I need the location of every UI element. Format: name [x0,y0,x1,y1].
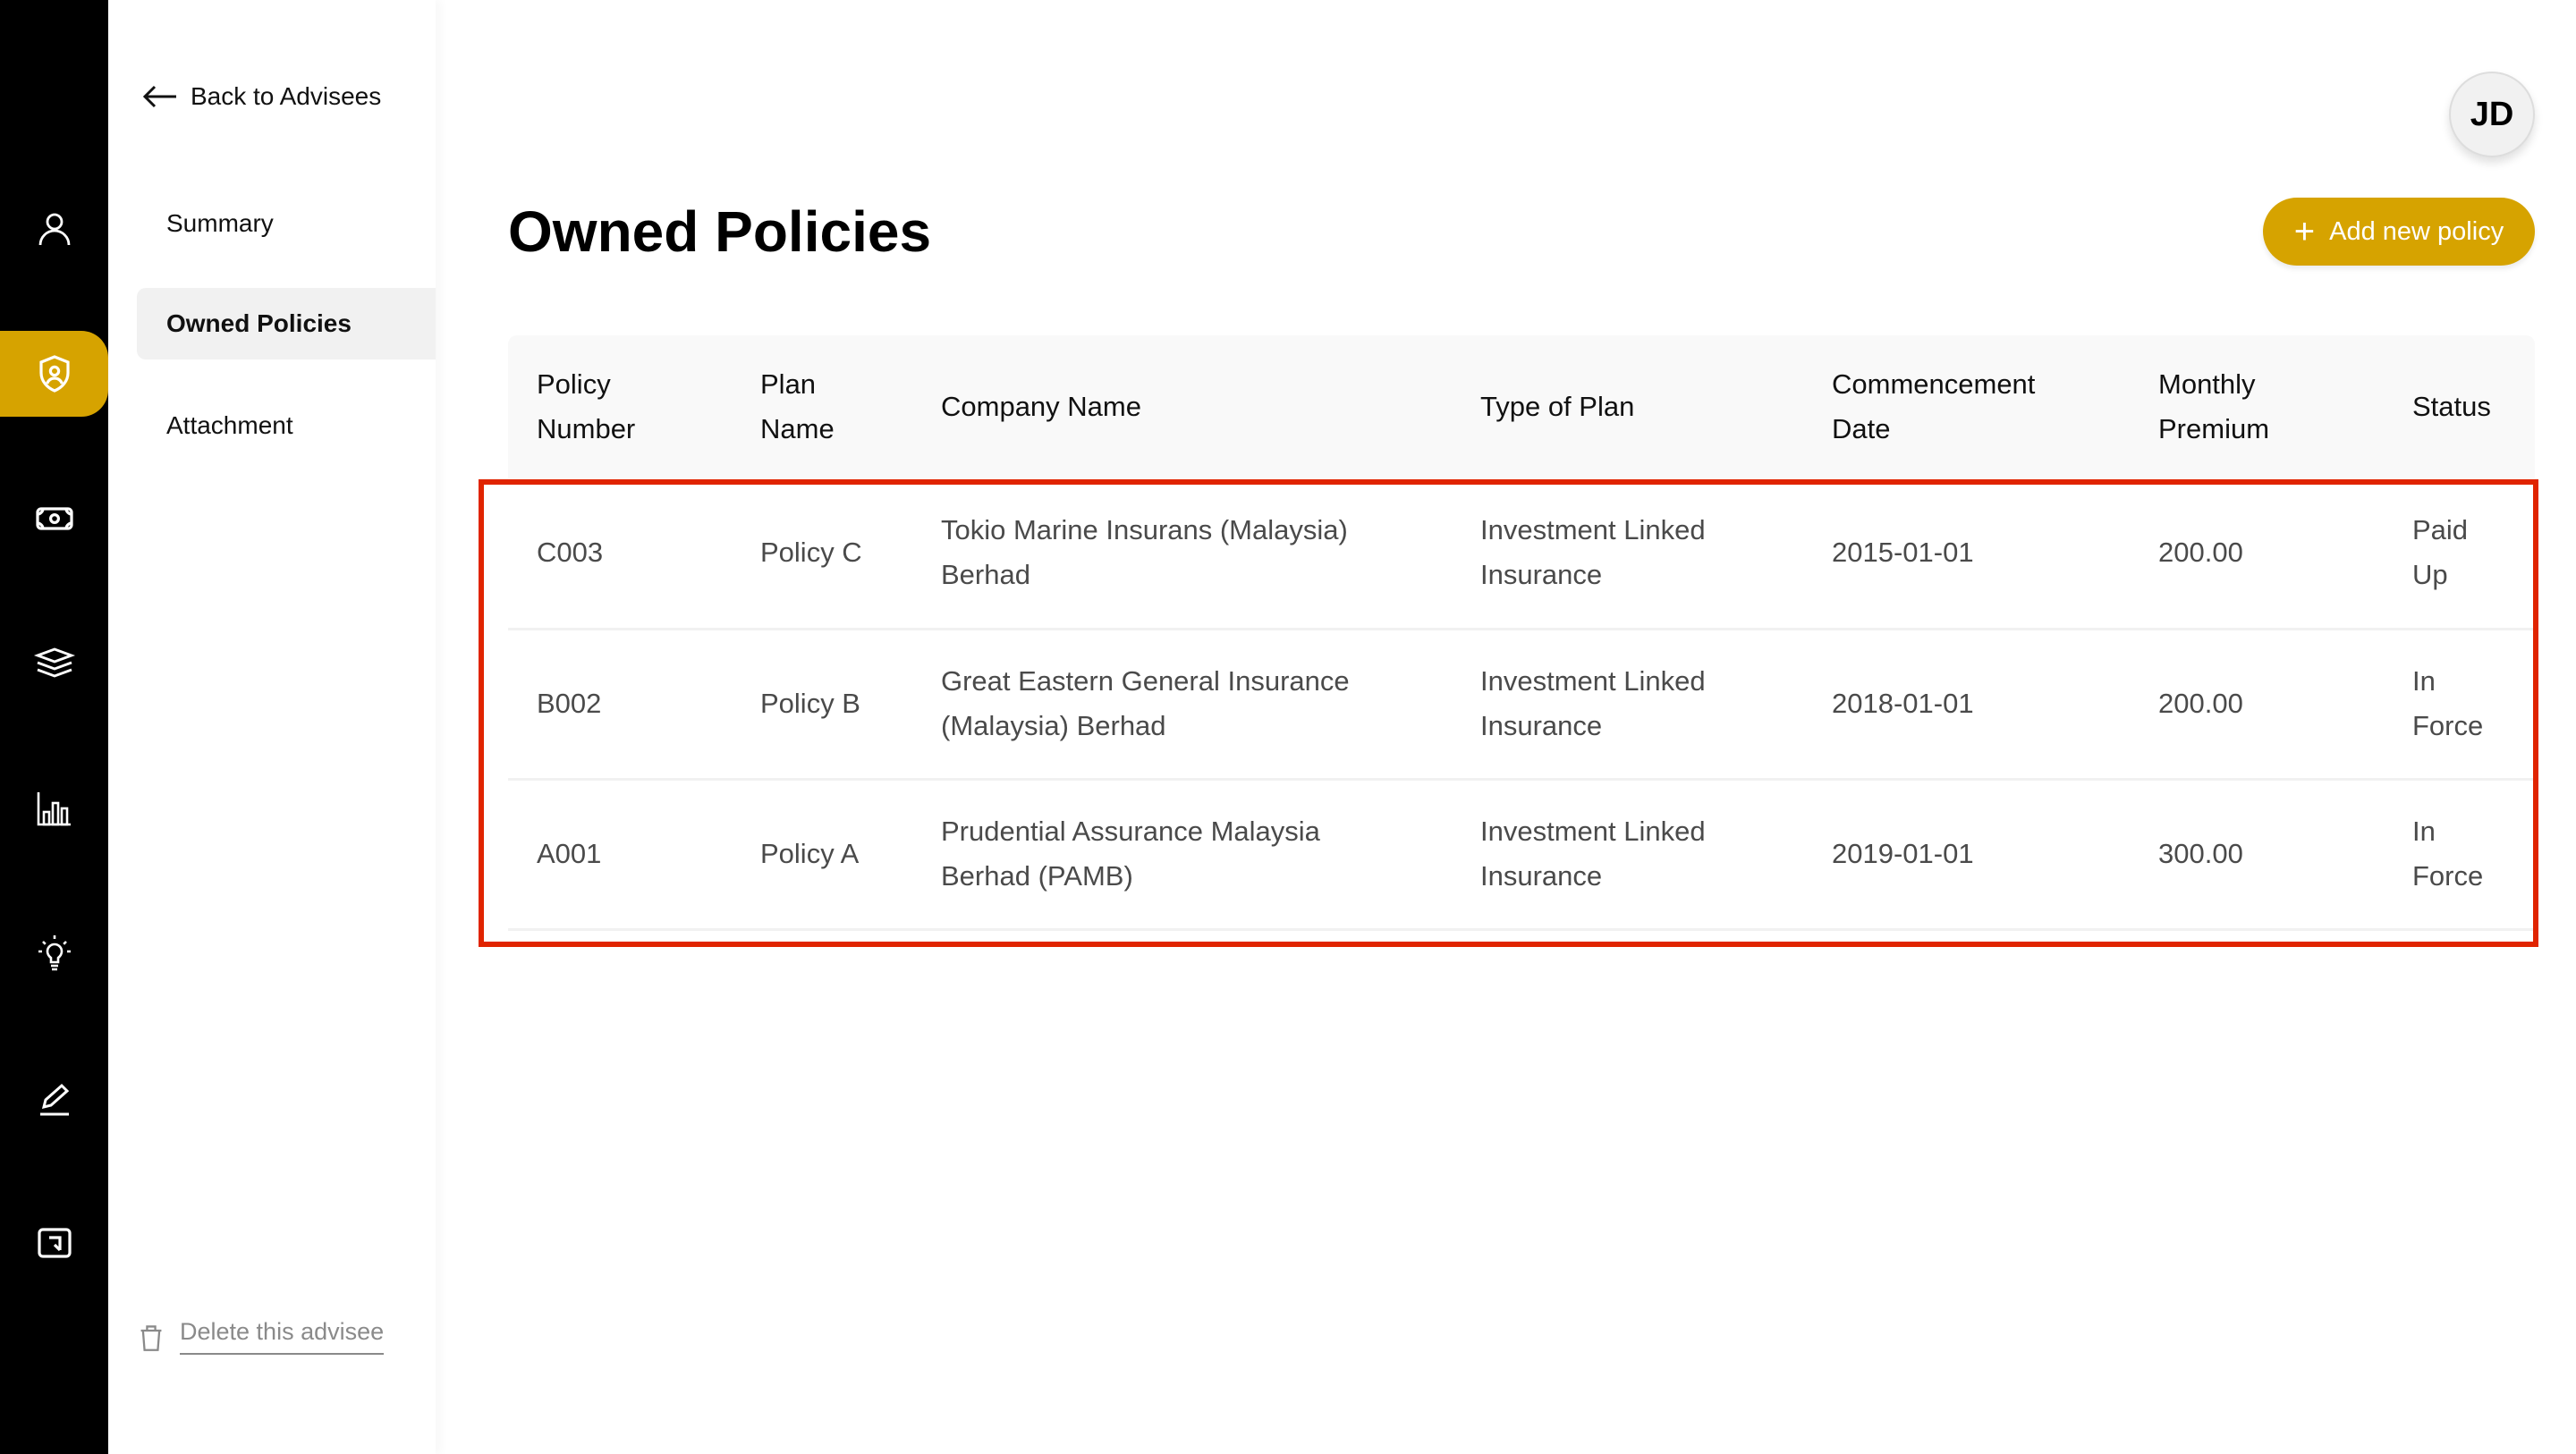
add-new-policy-button[interactable]: + Add new policy [2263,198,2535,266]
cell-status: Paid Up [2384,478,2535,630]
rail-item-analytics[interactable] [0,765,108,851]
policies-table: Policy Number Plan Name Company Name Typ… [508,335,2535,931]
add-button-label: Add new policy [2329,216,2504,246]
rail-item-notes[interactable] [0,1055,108,1141]
cell-status: In Force [2384,779,2535,931]
table-header-row: Policy Number Plan Name Company Name Typ… [508,335,2535,478]
cell-policy-number: A001 [508,779,732,931]
column-header-company-name[interactable]: Company Name [912,335,1452,478]
arrow-left-icon [142,85,176,108]
page-title: Owned Policies [508,199,932,264]
table-row[interactable]: A001 Policy A Prudential Assurance Malay… [508,779,2535,931]
rail-item-logout[interactable] [0,1200,108,1286]
back-to-advisees-link[interactable]: Back to Advisees [142,82,381,111]
column-header-type-of-plan[interactable]: Type of Plan [1452,335,1803,478]
cell-commencement-date: 2018-01-01 [1803,629,2130,781]
cell-policy-number: B002 [508,629,732,781]
cell-status: In Force [2384,629,2535,781]
nav-item-attachment[interactable]: Attachment [137,390,436,461]
rail-item-policies[interactable] [0,331,108,417]
cell-plan-name: Policy B [732,629,912,781]
cell-commencement-date: 2015-01-01 [1803,478,2130,630]
cell-type-of-plan: Investment Linked Insurance [1452,779,1803,931]
rail-item-finance[interactable] [0,476,108,562]
nav-item-owned-policies[interactable]: Owned Policies [137,288,436,359]
table-row[interactable]: B002 Policy B Great Eastern General Insu… [508,629,2535,781]
column-header-commencement-date[interactable]: Commencement Date [1803,335,2130,478]
nav-item-summary[interactable]: Summary [137,188,436,259]
person-icon [38,213,70,246]
lightbulb-icon [38,935,71,971]
cell-company-name: Prudential Assurance Malaysia Berhad (PA… [912,779,1452,931]
column-header-plan-name[interactable]: Plan Name [732,335,912,478]
bar-chart-icon [37,792,71,826]
cell-policy-number: C003 [508,478,732,630]
cell-plan-name: Policy C [732,478,912,630]
delete-label: Delete this advisee [180,1318,385,1355]
cell-type-of-plan: Investment Linked Insurance [1452,478,1803,630]
back-label: Back to Advisees [191,82,382,110]
cell-plan-name: Policy A [732,779,912,931]
sub-navigation: Back to Advisees Summary Owned Policies … [108,0,436,1454]
table-row[interactable]: C003 Policy C Tokio Marine Insurans (Mal… [508,478,2535,630]
cell-commencement-date: 2019-01-01 [1803,779,2130,931]
rail-item-insights[interactable] [0,910,108,996]
cell-monthly-premium: 200.00 [2130,629,2384,781]
pen-icon [39,1083,69,1116]
money-icon [35,507,73,530]
delete-advisee-link[interactable]: Delete this advisee [139,1318,385,1355]
plus-icon: + [2293,212,2316,251]
cell-company-name: Tokio Marine Insurans (Malaysia) Berhad [912,478,1452,630]
cell-monthly-premium: 200.00 [2130,478,2384,630]
column-header-monthly-premium[interactable]: Monthly Premium [2130,335,2384,478]
layers-icon [33,647,75,678]
column-header-policy-number[interactable]: Policy Number [508,335,732,478]
shield-person-icon [38,355,70,393]
logout-icon [37,1228,72,1258]
user-avatar[interactable]: JD [2449,72,2535,157]
rail-item-portfolio[interactable] [0,621,108,706]
cell-monthly-premium: 300.00 [2130,779,2384,931]
cell-company-name: Great Eastern General Insurance (Malaysi… [912,629,1452,781]
column-header-status[interactable]: Status [2384,335,2535,478]
trash-icon [140,1325,162,1351]
icon-rail [0,0,108,1454]
cell-type-of-plan: Investment Linked Insurance [1452,629,1803,781]
rail-item-profile[interactable] [0,186,108,272]
